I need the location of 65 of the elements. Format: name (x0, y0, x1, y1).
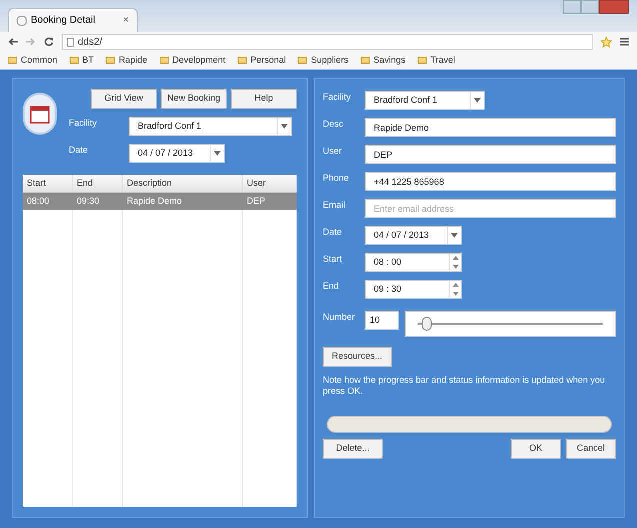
resources-button[interactable]: Resources... (323, 347, 392, 367)
dropdown-caret-icon[interactable] (210, 145, 224, 162)
field-label: Facility (323, 91, 352, 104)
dialog-button[interactable]: Cancel (566, 438, 616, 458)
forward-button[interactable] (26, 38, 36, 46)
table-cell-text: 09:30 (76, 194, 101, 208)
bookmark-folder[interactable]: Common (8, 54, 58, 68)
field-label: Date (323, 226, 344, 239)
dropdown-caret-icon[interactable] (470, 92, 484, 109)
field-label: Date (69, 144, 90, 157)
dropdown-caret-icon[interactable] (447, 227, 461, 244)
facility-dropdown[interactable]: Bradford Conf 1 (365, 91, 485, 110)
dropdown-caret-icon[interactable] (277, 118, 291, 135)
spin-arrows-icon[interactable] (449, 281, 461, 298)
table-cell-text: DEP (246, 194, 267, 208)
browser-tab[interactable]: Booking Detail × (8, 8, 138, 32)
slider-thumb[interactable] (422, 317, 432, 331)
field-label: End (323, 280, 340, 293)
column-header[interactable]: Description (123, 175, 243, 192)
bookmark-folder[interactable]: Personal (238, 54, 286, 68)
menu-icon[interactable] (620, 38, 629, 46)
date-picker[interactable]: 04 / 07 / 2013 (129, 144, 225, 163)
column-header[interactable]: End (73, 175, 123, 192)
table-cell-text: Rapide Demo (126, 194, 184, 208)
bookmark-folder[interactable]: Suppliers (298, 54, 349, 68)
page-icon (67, 38, 74, 46)
table-cell-text: 08:00 (26, 194, 51, 208)
star-icon[interactable] (601, 36, 612, 48)
address-bar[interactable]: dds2/ (62, 34, 593, 50)
field-label: Start (323, 253, 344, 266)
toolbar-button[interactable]: Help (231, 89, 297, 109)
toolbar-button[interactable]: New Booking (161, 89, 227, 109)
column-header[interactable]: Start (23, 175, 73, 192)
field-label: Facility (69, 117, 98, 130)
dialog-button[interactable]: OK (511, 438, 561, 458)
input-field[interactable]: Rapide Demo (365, 118, 616, 137)
bookmark-folder[interactable]: Travel (418, 54, 456, 68)
input-field[interactable]: +44 1225 865968 (365, 172, 616, 191)
spin-arrows-icon[interactable] (449, 254, 461, 271)
column-header[interactable]: User (243, 175, 297, 192)
toolbar-button[interactable]: Grid View (91, 89, 157, 109)
bookmark-folder[interactable]: Development (160, 54, 226, 68)
input-field[interactable]: DEP (365, 145, 616, 164)
input-field[interactable]: Enter email address (365, 199, 616, 218)
calendar-icon (23, 93, 57, 135)
facility-dropdown[interactable]: Bradford Conf 1 (129, 117, 292, 136)
field-label: Number (323, 311, 356, 324)
note-text: Note how the progress bar and status information is updated when you press OK. (323, 375, 606, 398)
time-spinner[interactable]: 08 : 00 (365, 253, 462, 272)
close-tab-button[interactable]: × (123, 13, 129, 28)
reload-button[interactable] (44, 37, 54, 47)
field-label: Email (323, 199, 347, 212)
number-field[interactable]: 10 (365, 311, 399, 330)
bookmark-folder[interactable]: BT (70, 54, 94, 68)
field-label: Desc (323, 118, 345, 131)
address-text: dds2/ (78, 36, 102, 50)
bookmark-folder[interactable]: Savings (360, 54, 406, 68)
field-label: User (323, 145, 344, 158)
date-picker[interactable]: 04 / 07 / 2013 (365, 226, 462, 245)
dialog-button[interactable]: Delete... (323, 438, 383, 458)
back-button[interactable] (8, 38, 18, 46)
page-icon (17, 16, 27, 26)
bookmark-folder[interactable]: Rapide (106, 54, 148, 68)
time-spinner[interactable]: 09 : 30 (365, 280, 462, 299)
field-label: Phone (323, 172, 350, 185)
